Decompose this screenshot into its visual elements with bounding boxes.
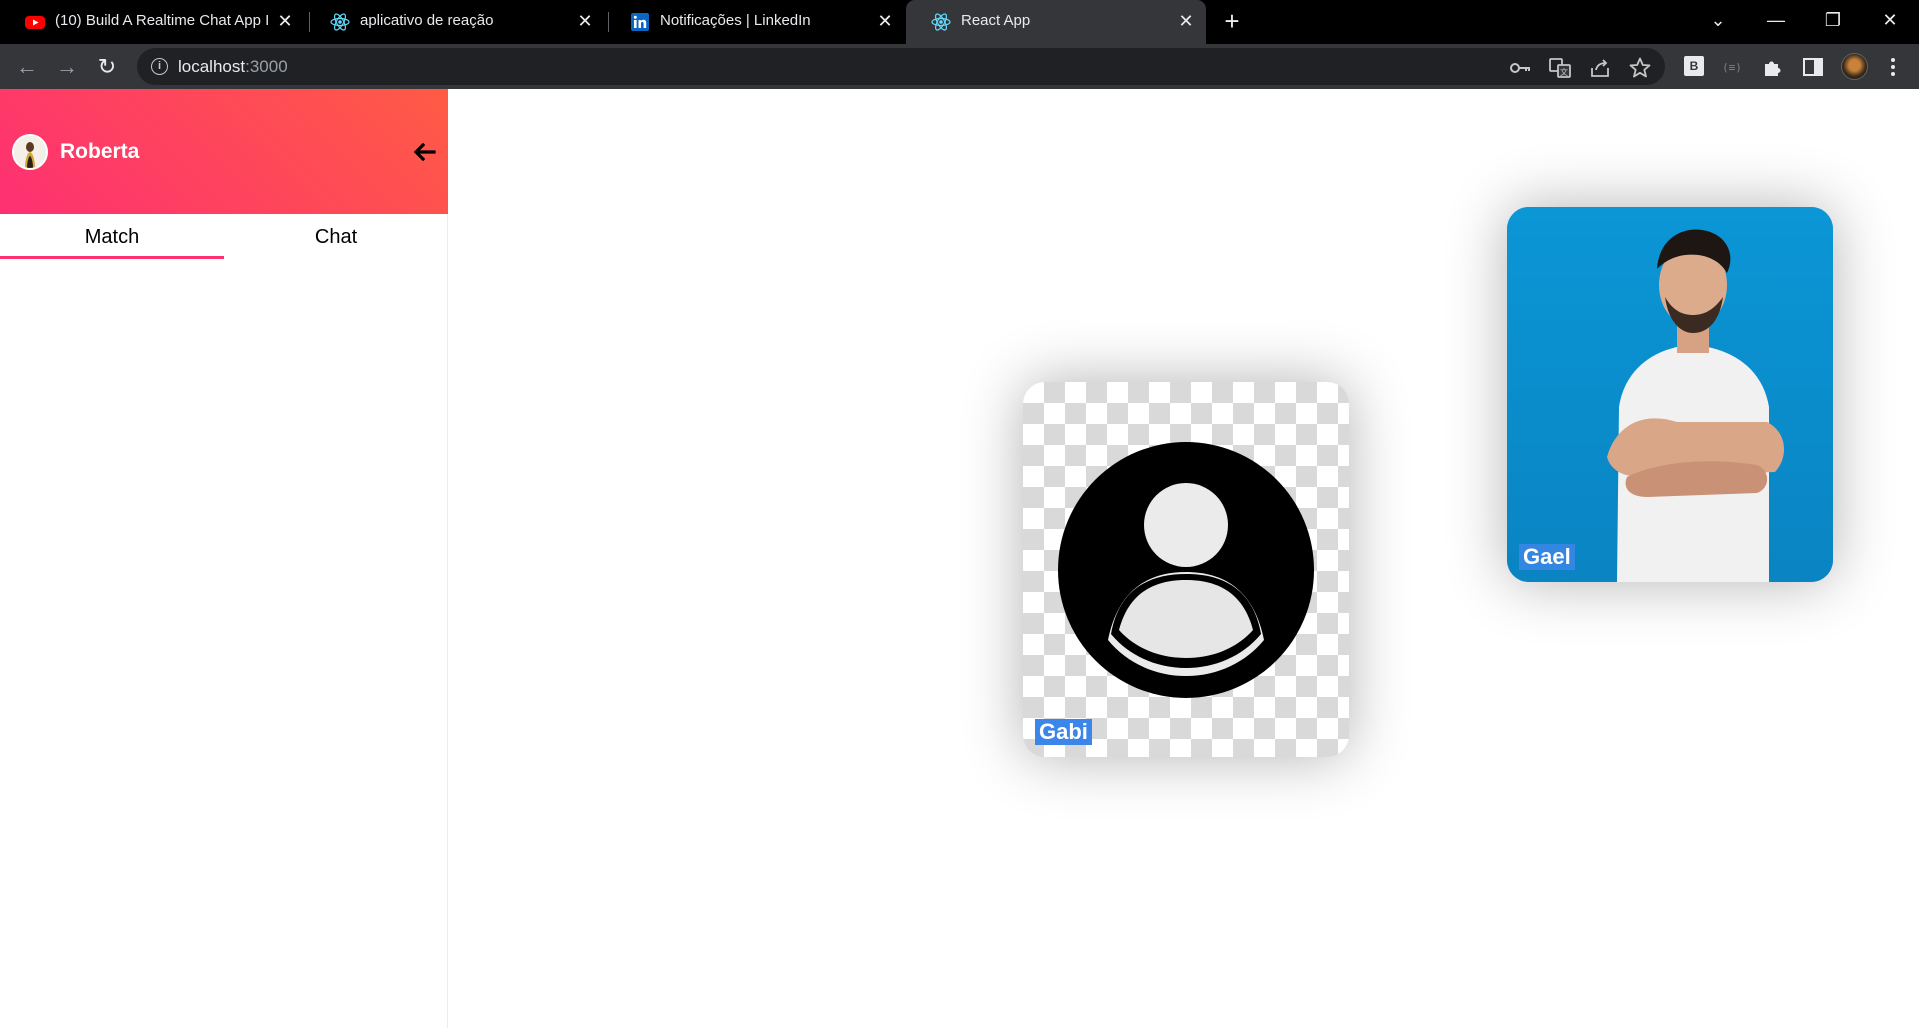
url-host: localhost xyxy=(178,57,246,76)
extension-b-icon[interactable]: B xyxy=(1684,56,1704,76)
browser-tab[interactable]: aplicativo de reação ✕ xyxy=(305,0,605,42)
browser-toolbar: ← → ↻ i localhost:3000 文 B (≡) xyxy=(0,44,1919,89)
translate-icon[interactable]: 文 xyxy=(1548,56,1572,80)
sidebar-header: Roberta xyxy=(0,89,448,214)
address-bar[interactable]: i localhost:3000 文 xyxy=(137,48,1665,85)
tab-title: React App xyxy=(961,12,1031,29)
logout-arrow-icon[interactable] xyxy=(408,136,440,168)
man-photo xyxy=(1507,207,1833,582)
tab-chat[interactable]: Chat xyxy=(224,214,448,259)
card-name: Gabi xyxy=(1035,719,1092,745)
tab-title: (10) Build A Realtime Chat App In xyxy=(55,12,270,29)
close-tab-icon[interactable]: ✕ xyxy=(875,11,895,31)
swipe-card[interactable]: Gabi xyxy=(1023,382,1349,757)
share-icon[interactable] xyxy=(1588,56,1612,80)
user-avatar[interactable] xyxy=(12,134,48,170)
close-window-icon[interactable]: ✕ xyxy=(1872,6,1908,34)
react-icon xyxy=(931,13,951,31)
restore-icon[interactable]: ❐ xyxy=(1815,6,1851,34)
extension-bracket-icon[interactable]: (≡) xyxy=(1720,55,1744,79)
browser-tabstrip: (10) Build A Realtime Chat App In ✕ apli… xyxy=(0,0,1919,44)
url-port: :3000 xyxy=(245,57,288,76)
youtube-icon xyxy=(25,16,45,29)
extensions-puzzle-icon[interactable] xyxy=(1761,55,1785,79)
key-icon[interactable] xyxy=(1508,56,1532,80)
more-menu-icon[interactable] xyxy=(1881,55,1905,79)
close-tab-icon[interactable]: ✕ xyxy=(1176,11,1196,31)
swipe-container: Gabi Gael xyxy=(449,89,1919,1028)
reload-icon[interactable]: ↻ xyxy=(92,52,122,82)
user-photo xyxy=(14,136,46,168)
tab-title: aplicativo de reação xyxy=(360,12,494,29)
chat-sidebar: Roberta Match Chat xyxy=(0,89,448,1028)
default-avatar-icon xyxy=(1058,442,1314,698)
close-tab-icon[interactable]: ✕ xyxy=(575,11,595,31)
bookmark-star-icon[interactable] xyxy=(1628,56,1652,80)
username: Roberta xyxy=(60,140,140,163)
url-text[interactable]: localhost:3000 xyxy=(178,57,288,77)
react-icon xyxy=(330,13,350,31)
new-tab-button[interactable]: + xyxy=(1218,8,1246,36)
browser-tab[interactable]: (10) Build A Realtime Chat App In ✕ xyxy=(0,0,305,42)
card-name: Gael xyxy=(1519,544,1575,570)
swipe-card[interactable]: Gael xyxy=(1507,207,1833,582)
forward-icon[interactable]: → xyxy=(52,52,82,82)
sidebar-tabs: Match Chat xyxy=(0,214,448,264)
tab-title: Notificações | LinkedIn xyxy=(660,12,811,29)
browser-tab-active[interactable]: React App ✕ xyxy=(906,0,1206,44)
tab-search-icon[interactable]: ⌄ xyxy=(1700,6,1736,34)
site-info-icon[interactable]: i xyxy=(151,58,168,75)
svg-text:文: 文 xyxy=(1560,67,1568,77)
back-icon[interactable]: ← xyxy=(12,52,42,82)
browser-tab[interactable]: Notificações | LinkedIn ✕ xyxy=(605,0,905,42)
side-panel-icon[interactable] xyxy=(1801,55,1825,79)
linkedin-icon xyxy=(631,13,649,31)
svg-text:(≡): (≡) xyxy=(1722,61,1742,74)
close-tab-icon[interactable]: ✕ xyxy=(275,11,295,31)
profile-avatar[interactable] xyxy=(1841,53,1868,80)
tab-match[interactable]: Match xyxy=(0,214,224,259)
minimize-icon[interactable]: — xyxy=(1758,6,1794,34)
